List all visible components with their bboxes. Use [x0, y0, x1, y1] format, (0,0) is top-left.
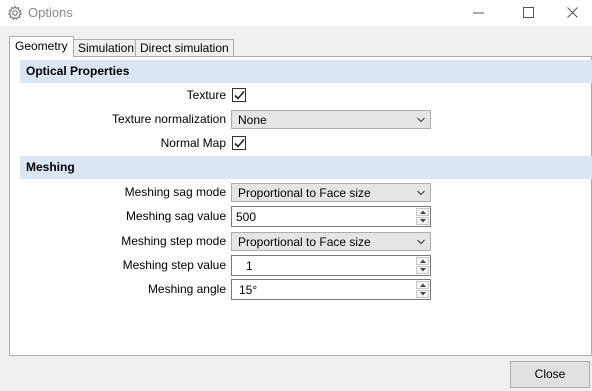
meshing-sag-mode-value: Proportional to Face size	[238, 186, 371, 200]
meshing-header: Meshing	[20, 156, 592, 179]
tab-geometry[interactable]: Geometry	[9, 36, 74, 57]
texture-normalization-select[interactable]: None	[231, 110, 431, 129]
geometry-panel: Optical Properties Texture Texture norma…	[9, 56, 592, 356]
spin-down-icon	[420, 292, 426, 296]
spin-up-button[interactable]	[416, 257, 429, 265]
maximize-icon	[523, 7, 534, 18]
meshing-angle-value: 15°	[239, 283, 258, 297]
texture-label: Texture	[186, 88, 226, 102]
meshing-step-mode-value: Proportional to Face size	[238, 235, 371, 249]
meshing-angle-label: Meshing angle	[147, 282, 226, 296]
meshing-step-mode-label: Meshing step mode	[121, 234, 226, 248]
normal-map-checkbox[interactable]	[232, 136, 246, 150]
meshing-sag-value: 500	[236, 210, 257, 224]
spin-up-button[interactable]	[416, 208, 429, 216]
minimize-icon	[473, 12, 484, 14]
normal-map-label: Normal Map	[160, 136, 226, 150]
spin-down-button[interactable]	[416, 290, 429, 298]
spin-down-button[interactable]	[416, 266, 429, 274]
tab-simulation[interactable]: Simulation	[73, 39, 140, 57]
checkmark-icon	[234, 90, 245, 100]
meshing-step-mode-select[interactable]: Proportional to Face size	[231, 232, 431, 251]
spin-buttons	[416, 257, 429, 274]
checkmark-icon	[234, 138, 245, 148]
spin-down-icon	[420, 268, 426, 272]
texture-normalization-value: None	[238, 113, 267, 127]
meshing-sag-value-label: Meshing sag value	[125, 209, 226, 223]
texture-normalization-label: Texture normalization	[111, 112, 226, 126]
spin-down-button[interactable]	[416, 217, 429, 225]
gear-icon	[7, 5, 23, 21]
maximize-button[interactable]	[506, 0, 552, 26]
window-title: Options	[28, 5, 73, 20]
minimize-button[interactable]	[456, 0, 502, 26]
meshing-angle-spinner[interactable]: 15°	[231, 279, 431, 300]
tab-direct-simulation[interactable]: Direct simulation	[135, 39, 234, 57]
meshing-sag-mode-select[interactable]: Proportional to Face size	[231, 183, 431, 202]
spin-up-button[interactable]	[416, 281, 429, 289]
texture-checkbox[interactable]	[232, 88, 246, 102]
chevron-down-icon	[417, 190, 425, 196]
title-bar: Options	[0, 0, 592, 26]
spin-down-icon	[420, 219, 426, 223]
close-window-button[interactable]	[550, 0, 592, 26]
chevron-down-icon	[417, 117, 425, 123]
optical-properties-header: Optical Properties	[20, 60, 592, 83]
spin-up-icon	[420, 283, 426, 287]
close-icon	[567, 7, 578, 18]
chevron-down-icon	[417, 239, 425, 245]
meshing-step-value-label: Meshing step value	[122, 258, 226, 272]
meshing-sag-mode-label: Meshing sag mode	[124, 185, 226, 199]
meshing-step-value-spinner[interactable]: 1	[231, 255, 431, 276]
spin-up-icon	[420, 210, 426, 214]
meshing-step-value: 1	[246, 259, 253, 273]
spin-buttons	[416, 208, 429, 225]
spin-buttons	[416, 281, 429, 298]
spin-up-icon	[420, 259, 426, 263]
meshing-sag-value-spinner[interactable]: 500	[231, 206, 431, 227]
close-button[interactable]: Close	[510, 361, 590, 388]
